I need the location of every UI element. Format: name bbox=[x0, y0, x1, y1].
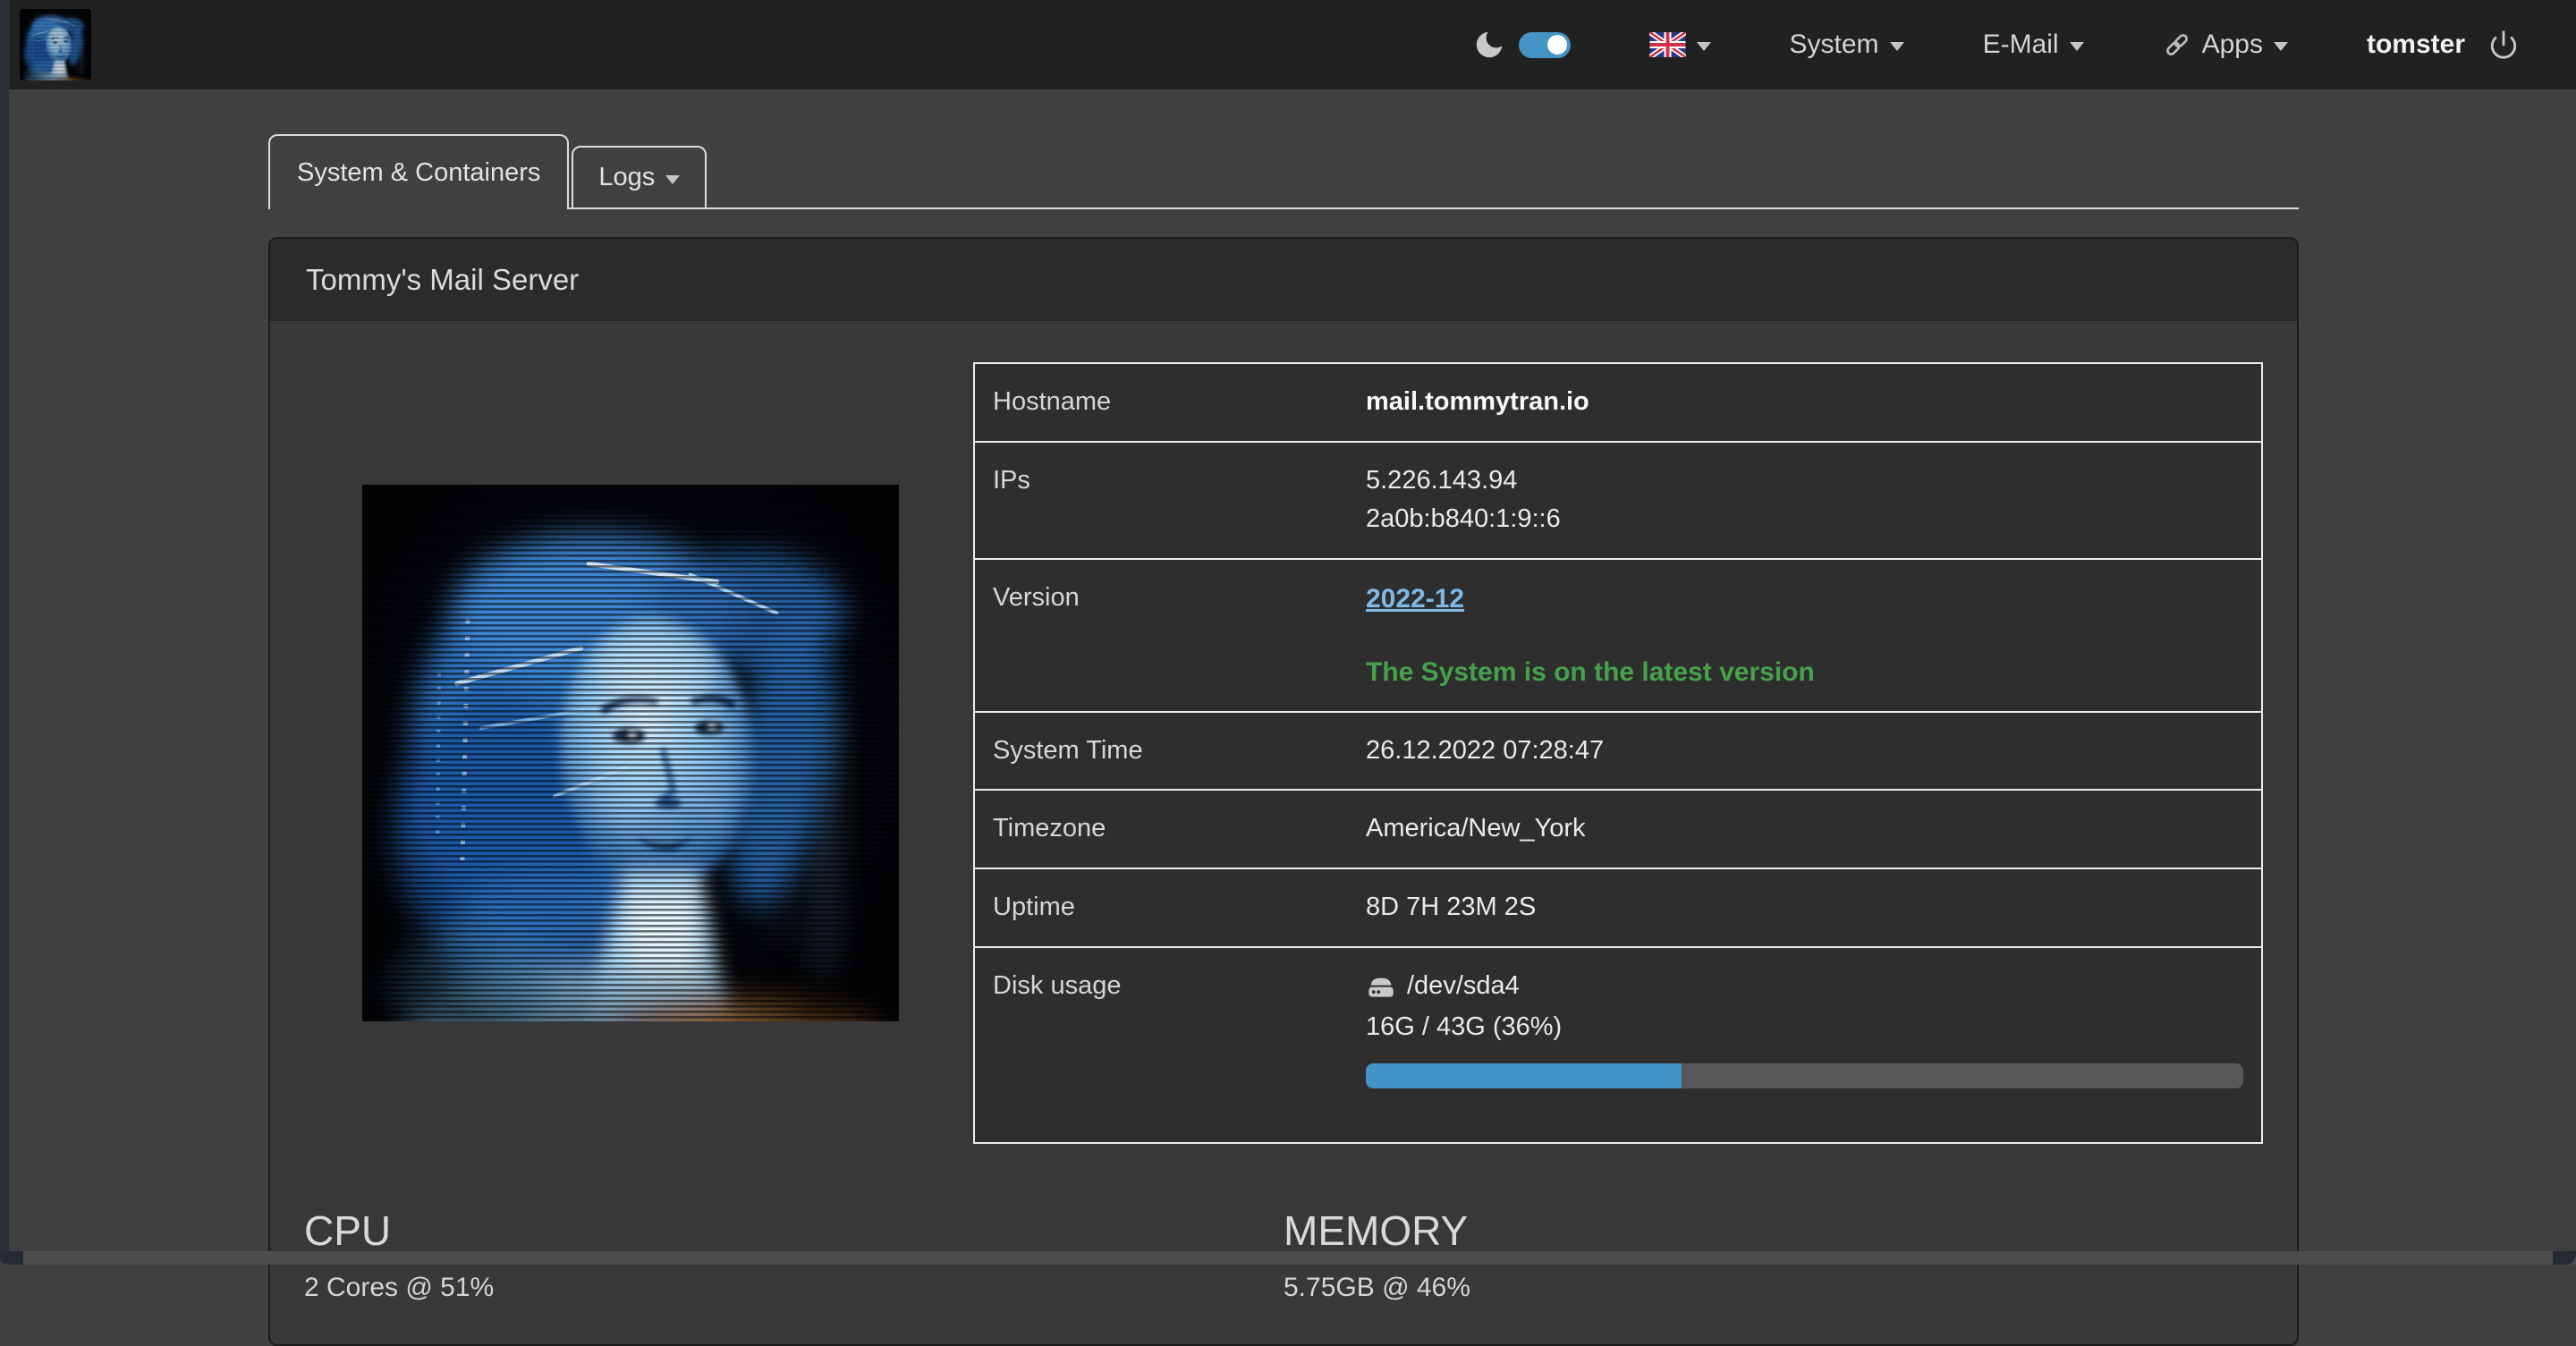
system-info-table: Hostname mail.tommytran.io IPs 5.226.143… bbox=[973, 362, 2263, 1144]
menu-email-label: E-Mail bbox=[1983, 30, 2059, 60]
brand-logo[interactable] bbox=[20, 9, 91, 80]
menu-apps[interactable]: Apps bbox=[2163, 30, 2288, 60]
cpu-detail: 2 Cores @ 51% bbox=[304, 1273, 1284, 1303]
main-container: System & Containers Logs Tommy's Mail Se… bbox=[268, 134, 2299, 1346]
memory-detail: 5.75GB @ 46% bbox=[1284, 1273, 2263, 1303]
tab-bar: System & Containers Logs bbox=[268, 134, 2299, 209]
table-row: Timezone America/New_York bbox=[974, 790, 2262, 868]
card-header: Tommy's Mail Server bbox=[270, 239, 2297, 321]
tab-system-containers[interactable]: System & Containers bbox=[268, 134, 569, 209]
table-row: Version 2022-12 The System is on the lat… bbox=[974, 559, 2262, 712]
hologram-image-column bbox=[304, 362, 957, 1144]
chevron-down-icon bbox=[2274, 42, 2288, 51]
system-time-label: System Time bbox=[974, 712, 1348, 791]
table-row: Disk usage bbox=[974, 947, 2262, 1143]
table-row: System Time 26.12.2022 07:28:47 bbox=[974, 712, 2262, 791]
chevron-down-icon bbox=[1890, 42, 1904, 51]
uptime-label: Uptime bbox=[974, 868, 1348, 947]
disk-usage-value: 16G / 43G (36%) bbox=[1366, 1011, 2243, 1045]
tab-logs[interactable]: Logs bbox=[572, 146, 707, 209]
dark-mode-toggle[interactable] bbox=[1519, 32, 1571, 58]
menu-system-label: System bbox=[1790, 30, 1879, 60]
timezone-label: Timezone bbox=[974, 790, 1348, 868]
chevron-down-icon bbox=[1697, 42, 1711, 51]
ipv4-value: 5.226.143.94 bbox=[1366, 464, 2243, 498]
disk-usage-label: Disk usage bbox=[974, 947, 1348, 1143]
chevron-down-icon bbox=[665, 175, 680, 184]
table-row: IPs 5.226.143.94 2a0b:b840:1:9::6 bbox=[974, 442, 2262, 559]
hologram-image bbox=[362, 485, 899, 1021]
tab-system-containers-label: System & Containers bbox=[297, 158, 540, 188]
version-status: The System is on the latest version bbox=[1366, 655, 2243, 690]
logout-power-icon[interactable] bbox=[2488, 30, 2519, 60]
horizontal-scrollbar-track[interactable] bbox=[0, 1251, 2576, 1265]
disk-usage-progress-fill bbox=[1366, 1063, 1682, 1088]
ipv6-value: 2a0b:b840:1:9::6 bbox=[1366, 503, 2243, 537]
uptime-value: 8D 7H 23M 2S bbox=[1348, 868, 2262, 947]
system-info-row: Hostname mail.tommytran.io IPs 5.226.143… bbox=[304, 362, 2263, 1144]
navbar-right: System E-Mail Apps tomster bbox=[1472, 28, 2519, 62]
uk-flag-icon bbox=[1649, 32, 1686, 57]
menu-system[interactable]: System bbox=[1790, 30, 1904, 60]
menu-email[interactable]: E-Mail bbox=[1983, 30, 2084, 60]
memory-title: MEMORY bbox=[1284, 1206, 2263, 1255]
vertical-scrollbar[interactable] bbox=[0, 0, 9, 1265]
system-info-table-column: Hostname mail.tommytran.io IPs 5.226.143… bbox=[973, 362, 2263, 1144]
moon-icon bbox=[1472, 28, 1506, 62]
link-icon bbox=[2163, 30, 2191, 59]
hdd-icon bbox=[1366, 973, 1396, 1000]
version-label: Version bbox=[974, 559, 1348, 712]
username-label: tomster bbox=[2367, 30, 2465, 60]
hostname-label: Hostname bbox=[974, 363, 1348, 442]
chevron-down-icon bbox=[2070, 42, 2084, 51]
disk-usage-progressbar bbox=[1366, 1063, 2243, 1088]
hologram-logo-image bbox=[20, 9, 91, 80]
menu-apps-label: Apps bbox=[2202, 30, 2263, 60]
table-row: Uptime 8D 7H 23M 2S bbox=[974, 868, 2262, 947]
card-title: Tommy's Mail Server bbox=[306, 263, 579, 297]
version-link[interactable]: 2022-12 bbox=[1366, 584, 1464, 614]
hostname-value: mail.tommytran.io bbox=[1366, 387, 1589, 416]
cpu-title: CPU bbox=[304, 1206, 1284, 1255]
language-dropdown[interactable] bbox=[1649, 32, 1711, 57]
disk-device-line: /dev/sda4 bbox=[1366, 969, 2243, 1003]
disk-device-value: /dev/sda4 bbox=[1407, 969, 1520, 1003]
timezone-value: America/New_York bbox=[1348, 790, 2262, 868]
ips-label: IPs bbox=[974, 442, 1348, 559]
top-navbar: System E-Mail Apps tomster bbox=[0, 0, 2576, 89]
card-body: Hostname mail.tommytran.io IPs 5.226.143… bbox=[270, 321, 2297, 1303]
table-row: Hostname mail.tommytran.io bbox=[974, 363, 2262, 442]
server-card: Tommy's Mail Server Hostname mail.tommyt… bbox=[268, 237, 2299, 1346]
tab-logs-label: Logs bbox=[598, 163, 655, 192]
toggle-knob bbox=[1547, 35, 1567, 55]
system-time-value: 26.12.2022 07:28:47 bbox=[1348, 712, 2262, 791]
